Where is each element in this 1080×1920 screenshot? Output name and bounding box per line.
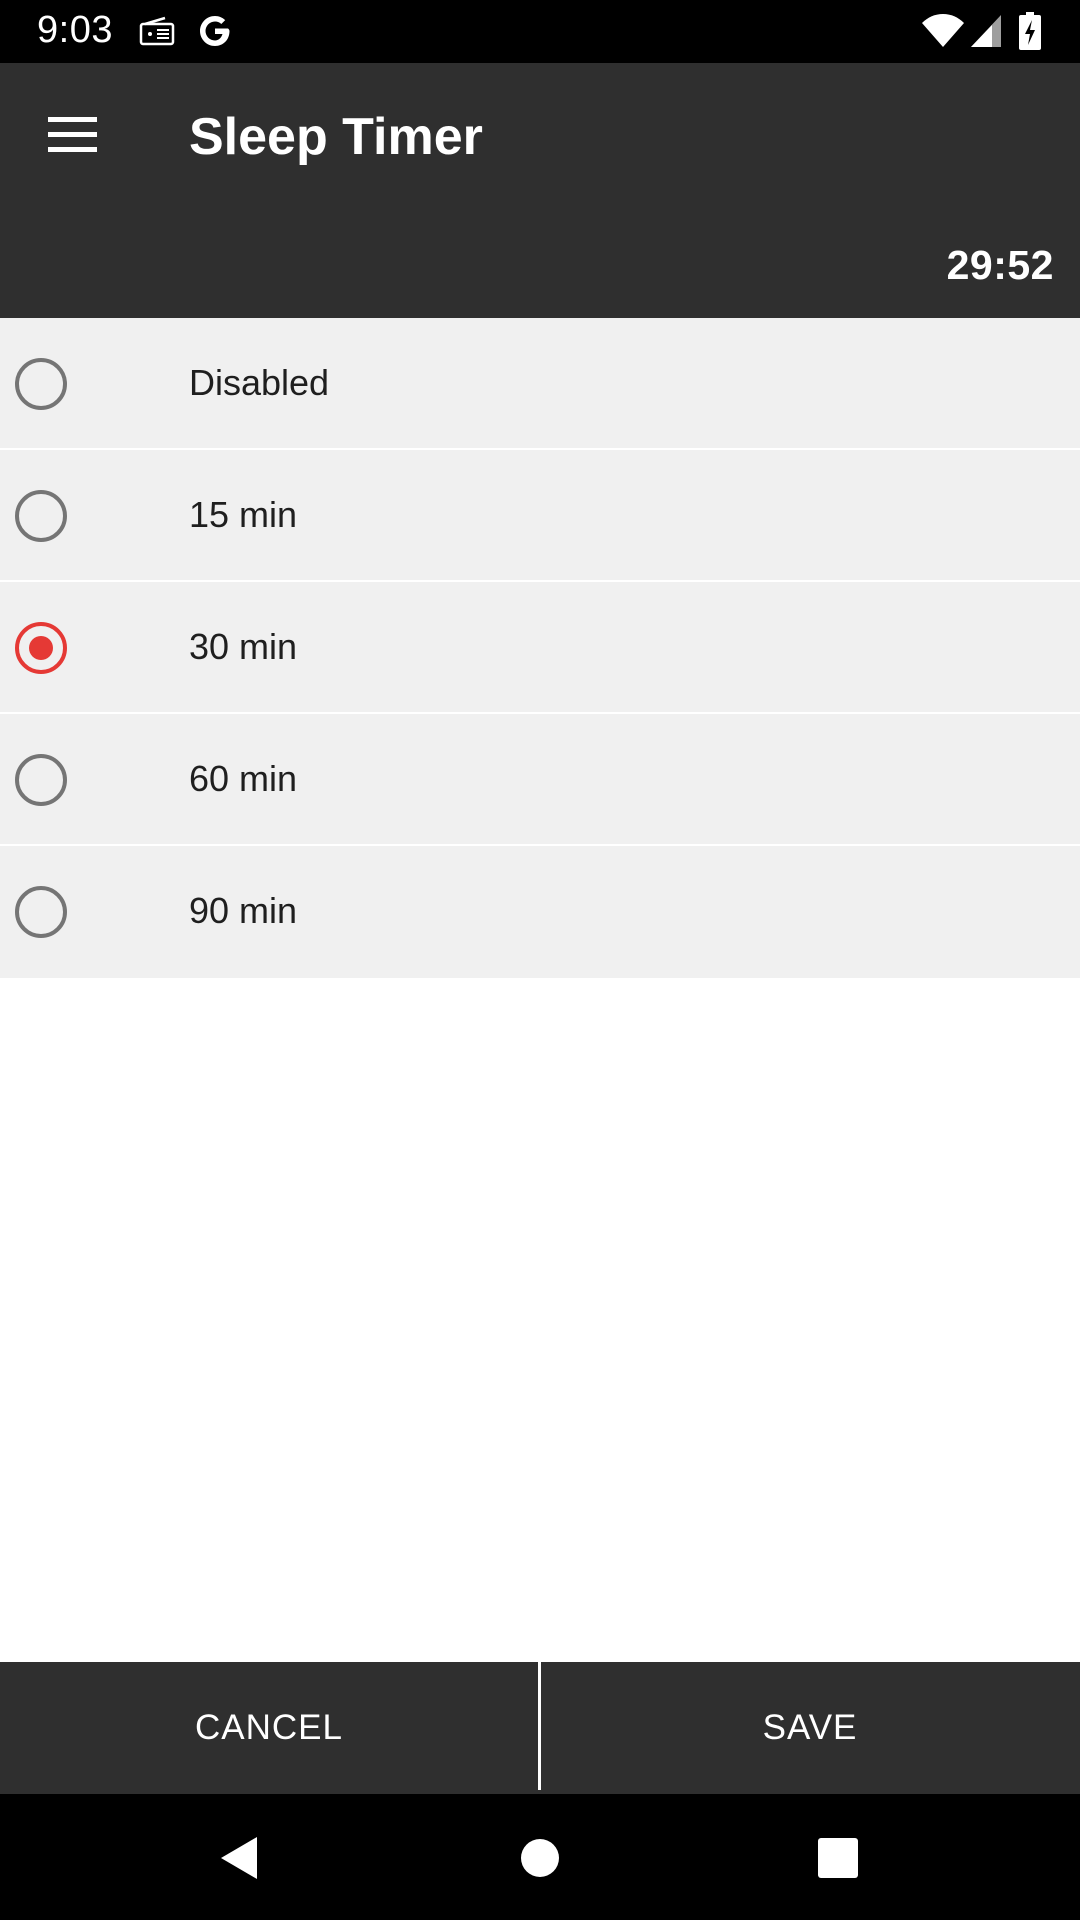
radio-button[interactable] xyxy=(15,490,67,542)
timer-remaining: 29:52 xyxy=(946,242,1054,288)
radio-icon xyxy=(139,16,175,51)
option-label: 15 min xyxy=(189,494,298,535)
battery-charging-icon xyxy=(1019,12,1041,55)
option-30-min[interactable]: 30 min xyxy=(0,582,1080,714)
radio-button[interactable] xyxy=(15,358,67,410)
cancel-button[interactable]: CANCEL xyxy=(0,1662,538,1794)
option-label: Disabled xyxy=(189,362,330,403)
back-icon[interactable] xyxy=(204,1822,274,1892)
option-90-min[interactable]: 90 min xyxy=(0,846,1080,978)
home-icon[interactable] xyxy=(505,1822,575,1892)
option-60-min[interactable]: 60 min xyxy=(0,714,1080,846)
google-icon xyxy=(197,13,233,54)
radio-button-selected[interactable] xyxy=(15,622,67,674)
page-title: Sleep Timer xyxy=(189,108,483,166)
radio-selected-dot xyxy=(29,636,53,660)
status-time: 9:03 xyxy=(37,9,113,51)
option-label: 90 min xyxy=(189,890,298,931)
hamburger-menu-icon[interactable] xyxy=(35,105,110,165)
system-nav-bar xyxy=(0,1794,1080,1920)
cell-signal-icon xyxy=(970,14,1002,53)
radio-button[interactable] xyxy=(15,754,67,806)
timer-option-list: Disabled 15 min 30 min 60 min 90 min xyxy=(0,318,1080,978)
timer-strip: 29:52 xyxy=(0,210,1080,318)
status-bar: 9:03 xyxy=(0,0,1080,63)
option-disabled[interactable]: Disabled xyxy=(0,318,1080,450)
radio-button[interactable] xyxy=(15,886,67,938)
recents-icon[interactable] xyxy=(803,1822,873,1892)
wifi-icon xyxy=(921,14,965,53)
action-bar: CANCEL SAVE xyxy=(0,1662,1080,1794)
app-toolbar: Sleep Timer xyxy=(0,63,1080,210)
option-label: 60 min xyxy=(189,758,298,799)
save-button[interactable]: SAVE xyxy=(540,1662,1080,1794)
sleep-timer-screen: 9:03 Sleep Timer 29:52 Disabled 15 min 3… xyxy=(0,0,1080,1920)
option-15-min[interactable]: 15 min xyxy=(0,450,1080,582)
option-label: 30 min xyxy=(189,626,298,667)
